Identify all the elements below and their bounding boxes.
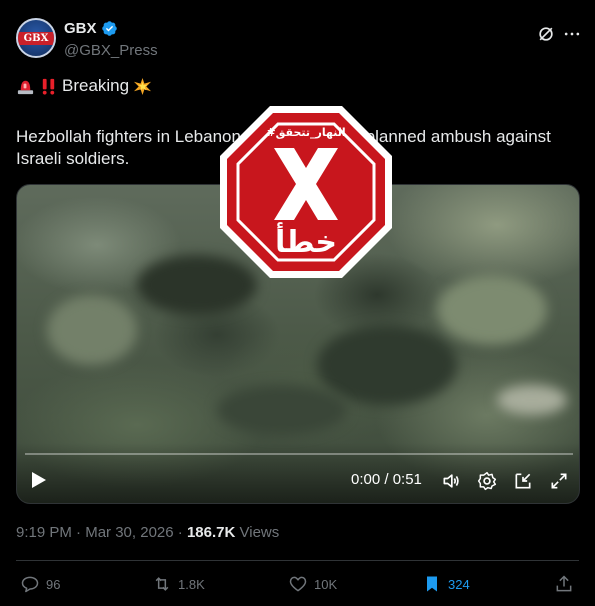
reply-icon — [21, 576, 39, 593]
pip-icon[interactable] — [513, 471, 533, 491]
bookmark-button[interactable]: 324 — [422, 574, 470, 594]
siren-emoji — [17, 80, 34, 94]
reply-button[interactable]: 96 — [20, 574, 60, 594]
share-button[interactable] — [554, 574, 574, 594]
grok-icon[interactable] — [536, 24, 556, 44]
foliage-highlight — [437, 275, 547, 345]
views-label: Views — [239, 524, 280, 541]
author-display-name[interactable]: GBX — [64, 20, 97, 37]
repost-icon — [155, 577, 169, 591]
double-exclamation-emoji — [42, 78, 55, 95]
divider — [16, 560, 579, 561]
view-count: 186.7K — [186, 524, 236, 541]
foliage-highlight — [47, 295, 137, 365]
settings-icon[interactable] — [477, 471, 497, 491]
stamp-verdict: خطأ — [275, 222, 337, 260]
stamp-hashtag: #النهار_تتحقق — [266, 126, 345, 139]
video-progress-bar[interactable] — [25, 453, 573, 455]
like-count: 10K — [314, 576, 338, 592]
tweet-meta: 9:19 PM · Mar 30, 2026 · 186.7K Views — [16, 524, 280, 541]
breaking-line: Breaking — [16, 76, 152, 96]
more-icon[interactable] — [562, 24, 582, 44]
play-icon[interactable] — [31, 471, 47, 489]
fullscreen-icon[interactable] — [549, 471, 569, 491]
action-bar: 96 1.8K 10K 324 — [16, 574, 579, 596]
tweet-time[interactable]: 9:19 PM — [16, 524, 72, 541]
avatar-logo-text: GBX — [18, 32, 54, 45]
verified-badge-icon — [101, 21, 117, 36]
like-button[interactable]: 10K — [288, 574, 337, 594]
breaking-label: Breaking — [62, 76, 130, 95]
foliage-shadow — [217, 385, 347, 435]
tweet-date[interactable]: Mar 30, 2026 — [85, 524, 173, 541]
foliage-shadow — [317, 325, 457, 405]
author-name-row: GBX — [64, 20, 118, 37]
video-time: 0:00 / 0:51 — [351, 471, 422, 488]
tweet-header: GBX GBX @GBX_Press — [16, 18, 582, 62]
repost-button[interactable]: 1.8K — [152, 574, 205, 594]
foliage-highlight — [497, 385, 567, 415]
like-icon — [289, 576, 307, 592]
collision-emoji — [134, 77, 152, 95]
video-controls: 0:00 / 0:51 — [17, 443, 579, 503]
reply-count: 96 — [46, 576, 61, 592]
repost-count: 1.8K — [178, 576, 205, 592]
bookmark-icon — [427, 576, 437, 592]
bookmark-count: 324 — [448, 576, 470, 592]
volume-icon[interactable] — [441, 471, 461, 491]
fact-check-stamp: #النهار_تتحقق خطأ — [220, 106, 392, 278]
avatar[interactable]: GBX — [16, 18, 56, 58]
author-handle[interactable]: @GBX_Press — [64, 42, 158, 59]
share-icon — [556, 575, 572, 592]
